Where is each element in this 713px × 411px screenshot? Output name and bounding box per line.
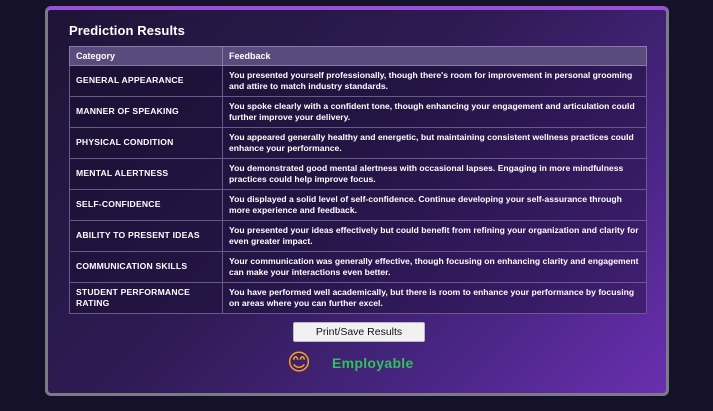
category-cell: MENTAL ALERTNESS: [69, 158, 223, 190]
prediction-results-panel: Prediction Results Category Feedback GEN…: [45, 6, 669, 396]
table-row: GENERAL APPEARANCE You presented yoursel…: [69, 65, 647, 97]
category-cell: COMMUNICATION SKILLS: [69, 251, 223, 283]
feedback-cell: You spoke clearly with a confident tone,…: [222, 96, 647, 128]
feedback-cell: You presented your ideas effectively but…: [222, 220, 647, 252]
category-cell: MANNER OF SPEAKING: [69, 96, 223, 128]
table-row: STUDENT PERFORMANCE RATING You have perf…: [69, 282, 647, 314]
category-cell: ABILITY TO PRESENT IDEAS: [69, 220, 223, 252]
category-cell: SELF-CONFIDENCE: [69, 189, 223, 221]
table-row: MENTAL ALERTNESS You demonstrated good m…: [69, 158, 647, 190]
feedback-cell: You demonstrated good mental alertness w…: [222, 158, 647, 190]
category-cell: GENERAL APPEARANCE: [69, 65, 223, 97]
table-row: SELF-CONFIDENCE You displayed a solid le…: [69, 189, 647, 221]
table-header-row: Category Feedback: [69, 46, 647, 66]
column-header-category: Category: [69, 46, 223, 66]
feedback-cell: Your communication was generally effecti…: [222, 251, 647, 283]
table-row: PHYSICAL CONDITION You appeared generall…: [69, 127, 647, 159]
table-row: MANNER OF SPEAKING You spoke clearly wit…: [69, 96, 647, 128]
print-save-results-button[interactable]: Print/Save Results: [293, 322, 425, 342]
panel-title: Prediction Results: [69, 23, 185, 38]
feedback-cell: You have performed well academically, bu…: [222, 282, 647, 314]
column-header-feedback: Feedback: [222, 46, 647, 66]
results-table: Category Feedback GENERAL APPEARANCE You…: [69, 46, 647, 314]
table-row: COMMUNICATION SKILLS Your communication …: [69, 251, 647, 283]
feedback-cell: You appeared generally healthy and energ…: [222, 127, 647, 159]
category-cell: STUDENT PERFORMANCE RATING: [69, 282, 223, 314]
table-row: ABILITY TO PRESENT IDEAS You presented y…: [69, 220, 647, 252]
category-cell: PHYSICAL CONDITION: [69, 127, 223, 159]
feedback-cell: You displayed a solid level of self-conf…: [222, 189, 647, 221]
smiling-face-icon: 😊: [287, 350, 311, 376]
employability-status-label: Employable: [332, 355, 414, 371]
feedback-cell: You presented yourself professionally, t…: [222, 65, 647, 97]
employability-result: 😊 Employable: [286, 350, 414, 376]
